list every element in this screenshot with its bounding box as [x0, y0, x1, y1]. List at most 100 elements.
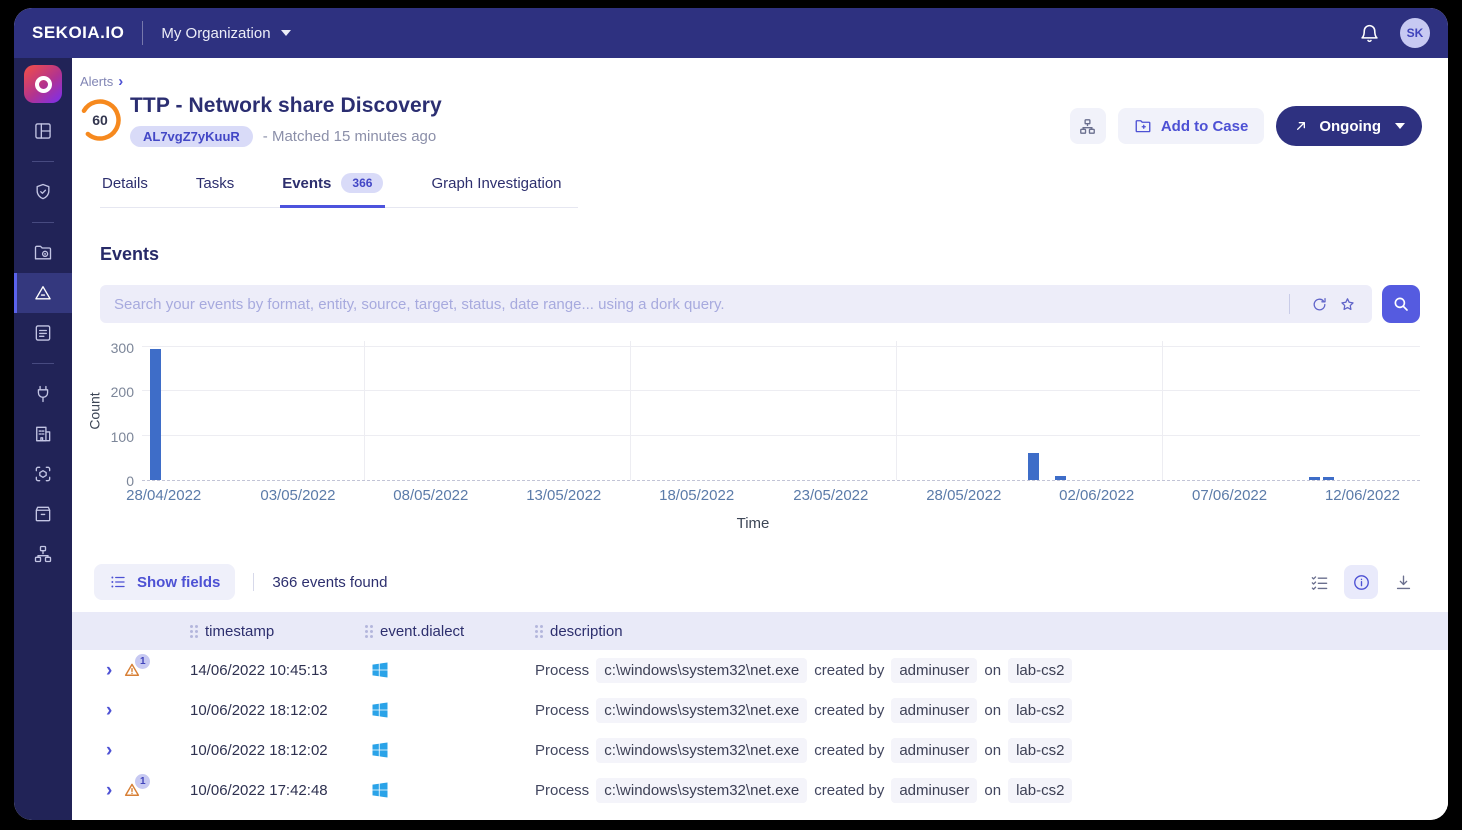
- search-divider: [1289, 294, 1290, 314]
- column-header-description[interactable]: description: [535, 623, 1448, 640]
- x-tick-label: 28/05/2022: [926, 487, 1001, 504]
- sidebar-nav: [14, 58, 72, 820]
- info-circle-icon: [1352, 573, 1371, 592]
- event-table-row[interactable]: ›110/06/2022 17:42:48Processc:\windows\s…: [72, 770, 1448, 810]
- user-avatar[interactable]: SK: [1400, 18, 1430, 48]
- show-fields-label: Show fields: [137, 574, 220, 591]
- x-tick-label: 07/06/2022: [1192, 487, 1267, 504]
- drag-handle-icon[interactable]: [535, 625, 543, 638]
- event-timestamp: 14/06/2022 10:45:13: [190, 662, 365, 679]
- download-button[interactable]: [1386, 565, 1420, 599]
- description-text: on: [984, 782, 1001, 799]
- description-text: Process: [535, 742, 589, 759]
- chart-bar[interactable]: [1323, 477, 1334, 480]
- main-content: Alerts › 60 TTP - Network share Discover…: [72, 58, 1448, 820]
- star-favorite-icon[interactable]: [1336, 293, 1358, 315]
- tab-bar: Details Tasks Events 366 Graph Investiga…: [100, 167, 578, 208]
- organization-selector[interactable]: My Organization: [161, 25, 290, 42]
- events-search-input[interactable]: [114, 296, 1277, 313]
- tab-graph-investigation[interactable]: Graph Investigation: [429, 167, 563, 208]
- expand-row-chevron-icon[interactable]: ›: [106, 661, 112, 680]
- expand-row-chevron-icon[interactable]: ›: [106, 741, 112, 760]
- sidebar-item-reports[interactable]: [14, 313, 72, 353]
- x-tick-label: 12/06/2022: [1325, 487, 1400, 504]
- expand-row-chevron-icon[interactable]: ›: [106, 701, 112, 720]
- sidebar-item-intakes[interactable]: [14, 374, 72, 414]
- status-button[interactable]: Ongoing: [1276, 106, 1422, 146]
- tab-tasks[interactable]: Tasks: [194, 167, 236, 208]
- sidebar-item-threat-center[interactable]: [14, 454, 72, 494]
- chart-bar[interactable]: [1028, 453, 1039, 480]
- download-icon: [1394, 573, 1413, 592]
- x-tick-label: 03/05/2022: [260, 487, 335, 504]
- tab-details[interactable]: Details: [100, 167, 150, 208]
- column-settings-button[interactable]: [1302, 565, 1336, 599]
- warning-count-badge: 1: [135, 774, 150, 789]
- tab-events[interactable]: Events 366: [280, 167, 385, 208]
- sidebar-item-topology[interactable]: [14, 534, 72, 574]
- alert-id-badge[interactable]: AL7vgZ7yKuuR: [130, 126, 253, 147]
- sidebar-divider: [32, 363, 54, 364]
- info-button[interactable]: [1344, 565, 1378, 599]
- event-dialect: [365, 660, 535, 680]
- events-table: timestamp event.dialect description › 1 14…: [72, 612, 1448, 810]
- column-header-timestamp[interactable]: timestamp: [190, 623, 365, 640]
- events-count-badge: 366: [341, 173, 383, 193]
- column-header-event-dialect[interactable]: event.dialect: [365, 623, 535, 640]
- y-tick-label: 100: [111, 429, 134, 445]
- sidebar-item-archives[interactable]: [14, 494, 72, 534]
- y-tick-label: 200: [111, 384, 134, 400]
- description-value-chip: c:\windows\system32\net.exe: [596, 738, 807, 763]
- chart-bar[interactable]: [1055, 476, 1066, 480]
- description-text: Process: [535, 662, 589, 679]
- events-table-body: ›114/06/2022 10:45:13Processc:\windows\s…: [72, 650, 1448, 810]
- sitemap-icon: [33, 544, 53, 564]
- event-description: Processc:\windows\system32\net.execreate…: [535, 698, 1448, 723]
- expand-row-chevron-icon[interactable]: ›: [106, 781, 112, 800]
- drag-handle-icon[interactable]: [365, 625, 373, 638]
- description-value-chip: lab-cs2: [1008, 738, 1072, 763]
- notifications-bell-icon[interactable]: [1359, 23, 1380, 44]
- organization-name: My Organization: [161, 25, 270, 42]
- event-table-row[interactable]: ›114/06/2022 10:45:13Processc:\windows\s…: [72, 650, 1448, 690]
- chart-plot-area[interactable]: [142, 341, 1420, 481]
- description-value-chip: c:\windows\system32\net.exe: [596, 778, 807, 803]
- topbar-divider: [142, 21, 143, 45]
- checklist-icon: [1310, 573, 1329, 592]
- sekoia-logo-icon[interactable]: [24, 65, 62, 103]
- x-tick-label: 13/05/2022: [526, 487, 601, 504]
- event-timestamp: 10/06/2022 18:12:02: [190, 702, 365, 719]
- arrow-up-right-icon: [1293, 118, 1309, 134]
- warning-count-badge: 1: [135, 654, 150, 669]
- event-table-row[interactable]: ›10/06/2022 18:12:02Processc:\windows\sy…: [72, 730, 1448, 770]
- sidebar-item-cases[interactable]: [14, 233, 72, 273]
- event-table-row[interactable]: › 10/06/2022 18:12:02 Processc:\windows\sy…: [72, 690, 1448, 730]
- graph-view-button[interactable]: [1070, 108, 1106, 144]
- sidebar-item-alerts[interactable]: [14, 273, 72, 313]
- search-button[interactable]: [1382, 285, 1420, 323]
- description-text: created by: [814, 702, 884, 719]
- refresh-icon[interactable]: [1308, 293, 1330, 315]
- sidebar-divider: [32, 222, 54, 223]
- x-tick-label: 08/05/2022: [393, 487, 468, 504]
- show-fields-button[interactable]: Show fields: [94, 564, 235, 600]
- sidebar-item-defend[interactable]: [14, 172, 72, 212]
- folder-scope-icon: [33, 243, 53, 263]
- warning-triangle-icon[interactable]: 1: [123, 661, 141, 679]
- breadcrumb: Alerts ›: [72, 58, 1448, 90]
- alert-triangle-icon: [33, 283, 53, 303]
- drag-handle-icon[interactable]: [190, 625, 198, 638]
- windows-logo-icon: [370, 740, 390, 760]
- chart-bar[interactable]: [150, 349, 161, 480]
- breadcrumb-alerts-link[interactable]: Alerts: [80, 74, 113, 89]
- chart-bar[interactable]: [1309, 477, 1320, 480]
- sidebar-item-organization[interactable]: [14, 414, 72, 454]
- description-text: on: [984, 702, 1001, 719]
- add-to-case-button[interactable]: Add to Case: [1118, 108, 1265, 144]
- plug-icon: [33, 384, 53, 404]
- windows-logo-icon: [370, 660, 390, 680]
- description-value-chip: adminuser: [891, 658, 977, 683]
- sidebar-item-dashboards[interactable]: [14, 111, 72, 151]
- warning-triangle-icon[interactable]: 1: [123, 781, 141, 799]
- brand-logo[interactable]: SEKOIA.IO: [32, 23, 124, 43]
